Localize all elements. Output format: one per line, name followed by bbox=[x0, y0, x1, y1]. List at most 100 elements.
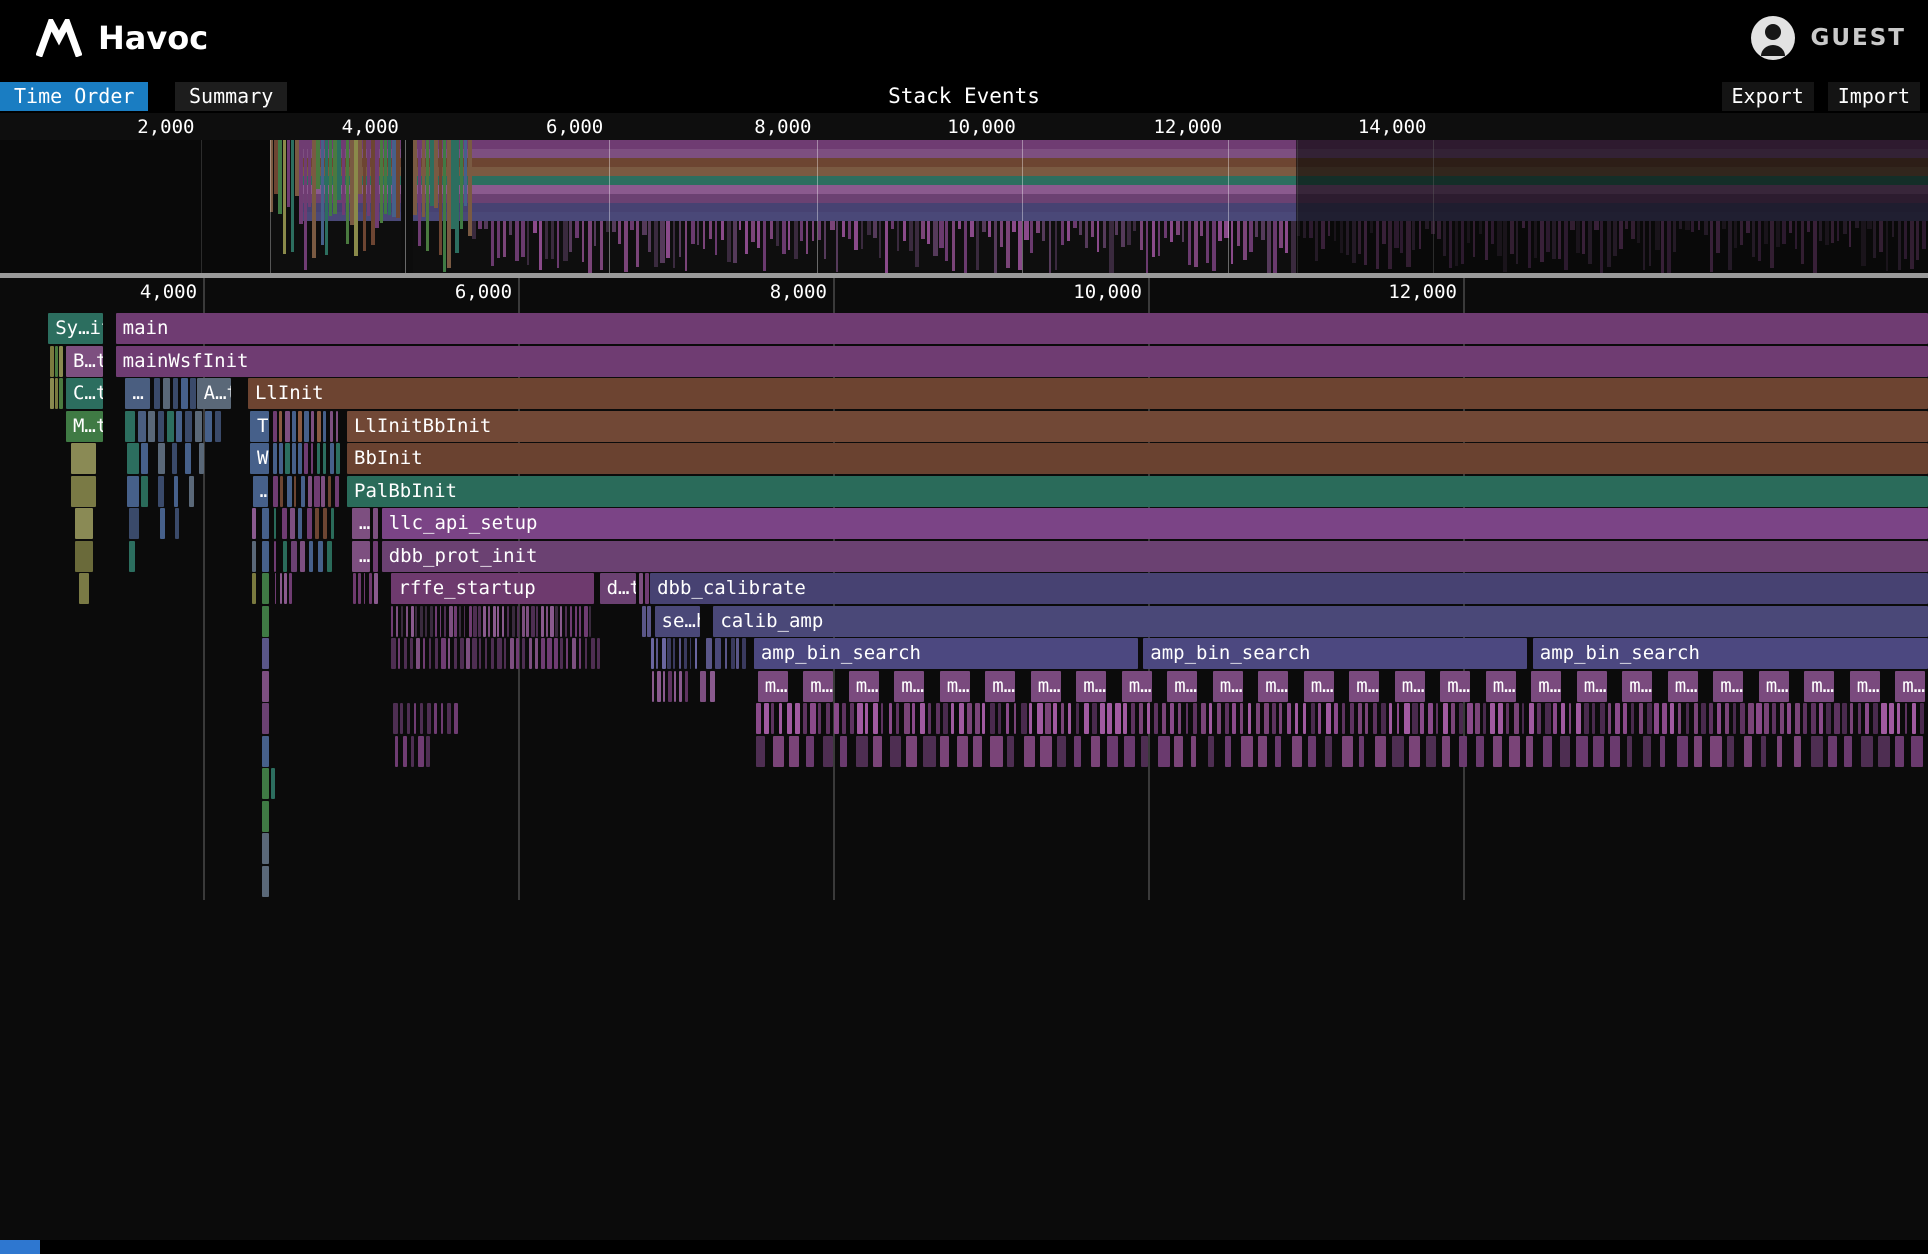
flame-frame-sliver[interactable] bbox=[1074, 736, 1081, 767]
flame-frame-sliver[interactable] bbox=[1576, 703, 1581, 734]
flame-frame-sliver[interactable] bbox=[472, 638, 476, 669]
flame-frame-sliver[interactable] bbox=[335, 476, 339, 507]
flame-frame-sliver[interactable] bbox=[1311, 703, 1316, 734]
flame-frame-sliver[interactable] bbox=[426, 736, 430, 767]
flame-frame-sliver[interactable] bbox=[1232, 703, 1235, 734]
flame-frame-sliver[interactable] bbox=[834, 703, 839, 734]
flame-frame-sliver[interactable] bbox=[1275, 736, 1281, 767]
flame-frame-sliver[interactable] bbox=[1115, 703, 1121, 734]
flame-frame-sliver[interactable] bbox=[842, 703, 846, 734]
flame-frame-sliver[interactable] bbox=[138, 411, 146, 442]
flame-frame-sliver[interactable] bbox=[1162, 703, 1166, 734]
flame-frame-sliver[interactable] bbox=[1576, 736, 1587, 767]
flame-frame-sliver[interactable] bbox=[1911, 736, 1923, 767]
flame-frame[interactable]: A…t bbox=[197, 378, 232, 409]
flame-frame-sliver[interactable] bbox=[1526, 736, 1533, 767]
flame-frame[interactable]: m… bbox=[1031, 671, 1061, 702]
flame-frame-sliver[interactable] bbox=[1409, 736, 1420, 767]
flame-frame-sliver[interactable] bbox=[205, 411, 212, 442]
flame-frame-sliver[interactable] bbox=[579, 606, 581, 637]
flame-frame-sliver[interactable] bbox=[1375, 736, 1386, 767]
flame-frame-sliver[interactable] bbox=[555, 606, 557, 637]
flame-frame-sliver[interactable] bbox=[560, 606, 562, 637]
flame-frame-sliver[interactable] bbox=[396, 606, 398, 637]
flame-frame-sliver[interactable] bbox=[771, 703, 774, 734]
flame-frame-sliver[interactable] bbox=[1740, 703, 1745, 734]
flame-frame-sliver[interactable] bbox=[271, 768, 275, 799]
flame-frame-sliver[interactable] bbox=[1506, 703, 1509, 734]
flame-frame-sliver[interactable] bbox=[1878, 736, 1890, 767]
flame-frame-sliver[interactable] bbox=[1426, 736, 1437, 767]
flame-frame-sliver[interactable] bbox=[1021, 703, 1026, 734]
flame-frame-sliver[interactable] bbox=[673, 638, 675, 669]
flame-frame-sliver[interactable] bbox=[373, 541, 378, 572]
flame-frame-sliver[interactable] bbox=[154, 378, 160, 409]
flame-frame-sliver[interactable] bbox=[284, 573, 286, 604]
flame-frame-sliver[interactable] bbox=[416, 638, 420, 669]
flame-frame-sliver[interactable] bbox=[321, 476, 324, 507]
flame-frame-sliver[interactable] bbox=[483, 606, 486, 637]
flame-frame[interactable]: m… bbox=[985, 671, 1015, 702]
flame-frame-sliver[interactable] bbox=[317, 443, 320, 474]
flame-frame-sliver[interactable] bbox=[309, 541, 313, 572]
flame-frame-sliver[interactable] bbox=[639, 573, 643, 604]
flame-frame-sliver[interactable] bbox=[550, 606, 553, 637]
flame-frame[interactable]: LlInitBbInit bbox=[347, 411, 1928, 442]
flame-frame-sliver[interactable] bbox=[936, 703, 940, 734]
flame-frame-sliver[interactable] bbox=[158, 476, 164, 507]
flame-frame-sliver[interactable] bbox=[685, 671, 688, 702]
flame-frame-sliver[interactable] bbox=[497, 638, 501, 669]
flame-frame-sliver[interactable] bbox=[591, 638, 595, 669]
flame-frame-sliver[interactable] bbox=[560, 638, 563, 669]
flame-frame-sliver[interactable] bbox=[374, 573, 378, 604]
flame-frame-sliver[interactable] bbox=[651, 638, 655, 669]
flame-frame-sliver[interactable] bbox=[262, 801, 269, 832]
flame-frame-sliver[interactable] bbox=[167, 411, 174, 442]
flame-frame-sliver[interactable] bbox=[1191, 736, 1196, 767]
flame-frame-sliver[interactable] bbox=[55, 378, 58, 409]
flame-frame-sliver[interactable] bbox=[1709, 703, 1713, 734]
flame-frame-sliver[interactable] bbox=[1631, 703, 1634, 734]
flame-frame-sliver[interactable] bbox=[982, 703, 985, 734]
flame-frame-sliver[interactable] bbox=[317, 411, 321, 442]
flame-frame-sliver[interactable] bbox=[1710, 736, 1722, 767]
flame-frame-sliver[interactable] bbox=[1623, 703, 1627, 734]
flame-frame-sliver[interactable] bbox=[491, 638, 493, 669]
flame-frame-sliver[interactable] bbox=[71, 443, 96, 474]
flame-frame-sliver[interactable] bbox=[998, 703, 1001, 734]
flame-frame-sliver[interactable] bbox=[756, 736, 765, 767]
flame-frame-sliver[interactable] bbox=[990, 736, 1002, 767]
horizontal-scrollbar[interactable] bbox=[0, 1240, 1928, 1254]
flame-frame-sliver[interactable] bbox=[304, 443, 308, 474]
flame-frame-sliver[interactable] bbox=[1029, 703, 1032, 734]
flame-frame-sliver[interactable] bbox=[873, 736, 882, 767]
flame-frame[interactable]: m… bbox=[1531, 671, 1561, 702]
flame-frame-sliver[interactable] bbox=[1553, 703, 1557, 734]
flame-frame-sliver[interactable] bbox=[1061, 703, 1064, 734]
flame-frame[interactable]: m… bbox=[1076, 671, 1106, 702]
flame-frame-sliver[interactable] bbox=[1459, 703, 1462, 734]
flame-frame[interactable]: m… bbox=[1213, 671, 1243, 702]
flame-frame-sliver[interactable] bbox=[406, 606, 408, 637]
flame-frame-sliver[interactable] bbox=[536, 606, 538, 637]
flame-frame-sliver[interactable] bbox=[1584, 703, 1589, 734]
flame-frame-sliver[interactable] bbox=[912, 703, 915, 734]
flame-frame-sliver[interactable] bbox=[1442, 736, 1450, 767]
flame-frame-sliver[interactable] bbox=[566, 638, 568, 669]
flame-frame-sliver[interactable] bbox=[818, 703, 821, 734]
flame-frame-sliver[interactable] bbox=[488, 606, 491, 637]
flame-frame-sliver[interactable] bbox=[434, 703, 437, 734]
flame-frame-sliver[interactable] bbox=[584, 606, 587, 637]
flame-frame-sliver[interactable] bbox=[1643, 736, 1650, 767]
flame-frame-sliver[interactable] bbox=[1334, 703, 1338, 734]
flame-frame-sliver[interactable] bbox=[181, 378, 188, 409]
flame-frame[interactable]: m… bbox=[1349, 671, 1379, 702]
flame-frame-sliver[interactable] bbox=[512, 606, 515, 637]
flame-frame-sliver[interactable] bbox=[1100, 703, 1105, 734]
flame-frame-sliver[interactable] bbox=[1780, 703, 1785, 734]
flame-frame[interactable]: m… bbox=[1258, 671, 1288, 702]
flame-frame-sliver[interactable] bbox=[959, 703, 964, 734]
flame-frame-sliver[interactable] bbox=[1225, 736, 1232, 767]
flame-frame-sliver[interactable] bbox=[1217, 703, 1221, 734]
flame-frame-sliver[interactable] bbox=[1124, 736, 1135, 767]
